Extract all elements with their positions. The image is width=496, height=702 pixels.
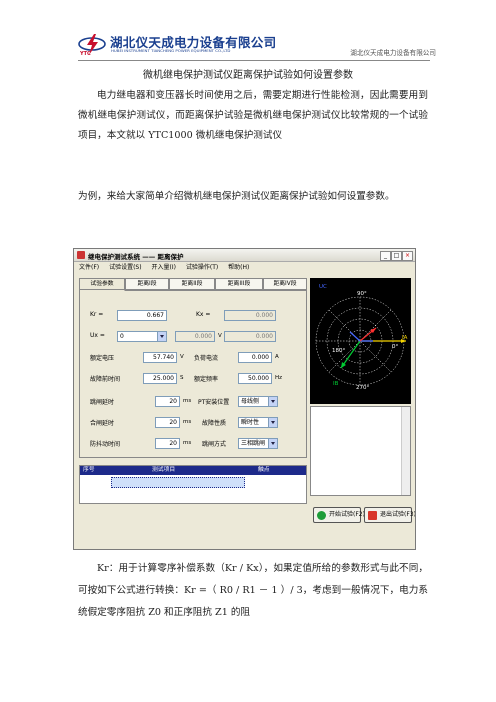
header-company-name: 湖北仪天成电力设备有限公司 <box>350 49 436 57</box>
menu-help[interactable]: 帮助(H) <box>228 264 249 271</box>
company-logo: YTC 湖北仪天成电力设备有限公司 HUBEI INSTRUMENT TIANC… <box>78 31 276 61</box>
kx-input[interactable]: 0.000 <box>224 310 276 321</box>
ux-unit: V <box>218 333 222 339</box>
trip-mode-label: 跳闸方式 <box>202 441 227 448</box>
col-index: 序号 <box>83 467 95 473</box>
polar-label-90: 90° <box>357 291 367 297</box>
chevron-down-icon <box>268 439 277 448</box>
menu-test-operation[interactable]: 试验操作(T) <box>186 264 218 271</box>
fault-nature-value: 瞬时性 <box>241 419 260 426</box>
menu-bar: 文件(F) 试验设置(S) 开入量(I) 试验操作(T) 帮助(H) <box>74 262 415 272</box>
page-title: 微机继电保护测试仪距离保护试验如何设置参数 <box>143 70 353 81</box>
fault-nature-select[interactable]: 瞬时性 <box>238 417 278 428</box>
ux-select-value: 0 <box>120 333 124 340</box>
test-items-table: 序号 测试项目 触点 <box>79 465 307 504</box>
app-icon <box>77 251 85 259</box>
chevron-down-icon <box>157 332 166 341</box>
maximize-button[interactable]: □ <box>391 251 402 261</box>
load-current-label: 负荷电流 <box>194 355 219 362</box>
close-delay-unit: ms <box>183 419 192 425</box>
window-titlebar: 继电保护测试系统 —— 距离保护 _ □ × <box>74 249 415 262</box>
close-delay-input[interactable]: 20 <box>155 417 180 428</box>
ux-value-input[interactable]: 0.000 <box>175 331 215 342</box>
close-button[interactable]: × <box>402 251 413 261</box>
params-panel: Kr = 0.667 Kx = 0.000 Ux = 0 0.000 V 0.0… <box>79 289 307 458</box>
window-title: 继电保护测试系统 —— 距离保护 <box>88 253 184 261</box>
close-delay-label: 合闸延时 <box>90 420 115 427</box>
kr-label: Kr = <box>90 311 104 318</box>
table-header: 序号 测试项目 触点 <box>80 466 306 475</box>
menu-binary-input[interactable]: 开入量(I) <box>151 264 175 271</box>
trip-mode-value: 三相跳闸 <box>241 440 266 447</box>
ux-select[interactable]: 0 <box>117 331 167 342</box>
header-divider <box>78 60 430 61</box>
polar-label-0: 0° <box>392 344 399 350</box>
log-area[interactable] <box>310 406 411 496</box>
prefault-time-input[interactable]: 25.000 <box>143 373 177 384</box>
paragraph-intro: 电力继电器和变压器长时间使用之后，需要定期进行性能检测，因此需要用到微机继电保护… <box>78 90 428 141</box>
start-test-button[interactable]: 开始试验(F2) <box>313 507 365 523</box>
prefault-time-unit: S <box>180 375 184 381</box>
vector-label-ia: IA <box>402 335 408 341</box>
rated-freq-label: 额定频率 <box>194 376 219 383</box>
chevron-down-icon <box>268 397 277 406</box>
load-current-unit: A <box>275 354 279 360</box>
table-row[interactable] <box>111 477 245 488</box>
relay-test-window: 继电保护测试系统 —— 距离保护 _ □ × 文件(F) 试验设置(S) 开入量… <box>73 248 416 550</box>
pt-location-label: PT安装位置 <box>198 399 230 406</box>
logo-company-en: HUBEI INSTRUMENT TIANCHENG POWER EQUIPME… <box>111 48 231 53</box>
vector-label-ib: IB <box>333 381 339 387</box>
trip-delay-label: 跳闸延时 <box>90 399 115 406</box>
exit-test-button[interactable]: 退出试验(F3) <box>364 507 415 523</box>
kx-label: Kx = <box>196 311 211 318</box>
col-contact: 触点 <box>258 467 270 473</box>
trip-delay-unit: ms <box>183 398 192 404</box>
col-test-item: 测试项目 <box>152 467 176 473</box>
minimize-button[interactable]: _ <box>380 251 391 261</box>
start-test-label: 开始试验(F2) <box>329 511 365 518</box>
fault-nature-label: 故障性质 <box>202 420 227 427</box>
pt-location-select[interactable]: 母线侧 <box>238 396 278 407</box>
logo-abbr: YTC <box>80 51 91 57</box>
stop-icon <box>368 511 377 520</box>
paragraph-kr: Kr：用于计算零序补偿系数（Kr / Kx），如果定值所给的参数形式与此不同，可… <box>78 563 428 618</box>
menu-test-settings[interactable]: 试验设置(S) <box>109 264 142 271</box>
kr-input[interactable]: 0.667 <box>117 310 167 321</box>
rated-freq-unit: Hz <box>275 375 283 381</box>
polar-label-270: 270° <box>356 385 370 391</box>
chevron-down-icon <box>268 418 277 427</box>
ux-angle-input[interactable]: 0.000 <box>224 331 276 342</box>
paragraph-intro-cont: 为例，来给大家简单介绍微机继电保护测试仪距离保护试验如何设置参数。 <box>78 191 395 202</box>
prefault-time-label: 故障前时间 <box>90 376 121 383</box>
load-current-input[interactable]: 0.000 <box>238 352 272 363</box>
pt-location-value: 母线侧 <box>241 398 260 405</box>
rated-voltage-label: 额定电压 <box>90 355 115 362</box>
trip-delay-input[interactable]: 20 <box>155 396 180 407</box>
vector-diagram: 90° 180° 0° 270° IA IB UC <box>310 278 411 404</box>
rated-voltage-input[interactable]: 57.740 <box>143 352 177 363</box>
anti-jitter-unit: ms <box>183 440 192 446</box>
trip-mode-select[interactable]: 三相跳闸 <box>238 438 278 449</box>
rated-voltage-unit: V <box>180 354 184 360</box>
vector-label-uc: UC <box>319 284 327 290</box>
rated-freq-input[interactable]: 50.000 <box>238 373 272 384</box>
anti-jitter-label: 防抖动时间 <box>90 441 121 448</box>
menu-file[interactable]: 文件(F) <box>79 264 99 271</box>
ux-label: Ux = <box>90 332 105 339</box>
anti-jitter-input[interactable]: 20 <box>155 438 180 449</box>
log-scrollbar[interactable] <box>401 407 410 495</box>
exit-test-label: 退出试验(F3) <box>380 511 416 518</box>
play-icon <box>317 511 326 520</box>
polar-label-180: 180° <box>332 348 346 354</box>
